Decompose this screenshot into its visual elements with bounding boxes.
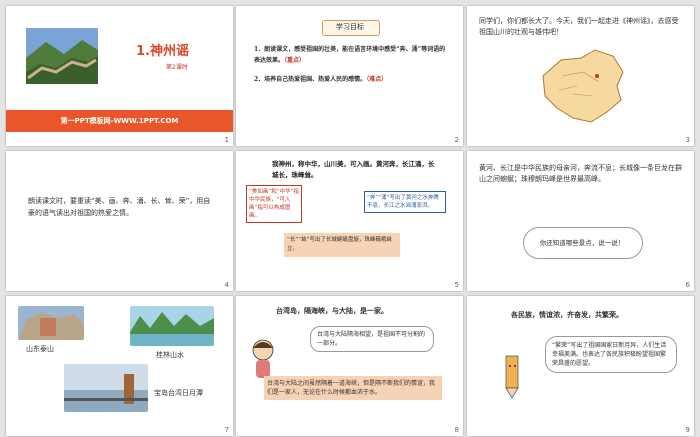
note-right: “奔”“涌”写出了黄河之水奔腾不息，长江之水汹涌澎湃。 (364, 191, 446, 213)
intro-text: 同学们，你们都长大了。今天，我们一起走进《神州谣》，去感受祖国山川的壮观与雄伟吧… (479, 17, 679, 36)
slide-thumbnail-6[interactable]: 黄河、长江是中华民族的母亲河，奔流不息；长城像一条巨龙在群山之间蜿蜒；珠穆朗玛峰… (467, 151, 694, 291)
slide-thumbnail-9[interactable]: 各民族，情谊浓，齐奋发，共繁荣。 “繁荣”写出了祖国国家日新月异，人们生活幸福美… (467, 296, 694, 436)
cloud-bubble-text: 你还知道哪些景点，说一说！ (539, 239, 625, 247)
goal-2: 2．培养自己热爱祖国、热爱人民的感情。（难点） (254, 74, 449, 85)
poem-text: 台湾岛，隔海峡，与大陆，是一家。 (276, 306, 388, 315)
footer-text: 第一PPT模板网-WWW.1PPT.COM (60, 117, 179, 125)
goal-1-tag: （重点） (284, 57, 306, 64)
great-wall-photo (26, 28, 98, 84)
reading-text: 朗读课文时，要重读“美、画、奔、涌、长、耸、荣”，用自豪的语气读出对祖国的热爱之… (28, 197, 211, 217)
label-taishan: 山东泰山 (26, 345, 54, 353)
slide-thumbnail-1[interactable]: 1.神州谣 第2课时 第一PPT模板网-WWW.1PPT.COM 1 (6, 6, 233, 146)
china-map-icon (542, 49, 624, 123)
slide-thumbnail-3[interactable]: 同学们，你们都长大了。今天，我们一起走进《神州谣》，去感受祖国山川的壮观与雄伟吧… (467, 6, 694, 146)
explanation-bubble: “繁荣”写出了祖国国家日新月异，人们生活幸福美满。也表达了各民族积极盼望祖国繁荣… (545, 336, 677, 373)
goal-header-text: 学习目标 (336, 23, 364, 31)
note-left: “美如画”和“中华”指中华民族，“可入画”指可以构成图画。 (246, 185, 302, 223)
slide-number: 4 (224, 281, 229, 289)
slide-thumbnail-7[interactable]: 山东泰山 桂林山水 宝岛台湾日月潭 7 (6, 296, 233, 436)
info-text: 黄河、长江是中华民族的母亲河，奔流不息；长城像一条巨龙在群山之间蜿蜒；珠穆朗玛峰… (479, 164, 682, 183)
slide-number: 2 (454, 136, 459, 144)
slide-number: 6 (685, 281, 690, 289)
slide-number: 7 (224, 426, 229, 434)
taishan-photo (18, 306, 84, 340)
slide-number: 5 (454, 281, 459, 289)
sun-moon-lake-photo (64, 364, 148, 412)
goal-2-tag: （难点） (366, 76, 388, 83)
guilin-photo (130, 306, 214, 346)
slide-thumbnail-4[interactable]: 朗读课文时，要重读“美、画、奔、涌、长、耸、荣”，用自豪的语气读出对祖国的热爱之… (6, 151, 233, 291)
slide-number: 9 (685, 426, 690, 434)
slide-title: 1.神州谣 (136, 44, 189, 59)
label-guilin: 桂林山水 (156, 351, 184, 359)
poem-text: 我神州，称中华，山川美，可入画。黄河奔，长江涌，长城长，珠峰耸。 (272, 160, 435, 179)
pencil-character-icon (505, 355, 519, 399)
goal-1: 1．朗读课文，感受祖国的壮美，能在语言环境中感受“奔、涌”等词语的表达效果。（重… (254, 44, 449, 66)
goal-2-text: 2．培养自己热爱祖国、热爱人民的感情。 (254, 76, 367, 83)
slide-number: 3 (685, 136, 690, 144)
goal-1-text: 1．朗读课文，感受祖国的壮美，能在语言环境中感受“奔、涌”等词语的表达效果。 (254, 46, 446, 64)
label-sun-moon-lake: 宝岛台湾日月潭 (154, 389, 203, 397)
bubble-2: 台湾与大陆之间虽然隔着一道海峡，但是隔不断我们的情谊，我们是一家人，无论在什么时… (264, 376, 442, 400)
bubble-1: 台湾与大陆隔海相望，是祖国不可分割的一部分。 (310, 326, 434, 352)
slide-thumbnail-5[interactable]: 我神州，称中华，山川美，可入画。黄河奔，长江涌，长城长，珠峰耸。 “美如画”和“… (236, 151, 463, 291)
slide-subtitle: 第2课时 (166, 64, 188, 71)
note-bottom: “长”“耸”写出了长城蜿蜒盘旋，珠峰巍峨耸立。 (284, 233, 400, 257)
slide-thumbnail-2[interactable]: 学习目标 1．朗读课文，感受祖国的壮美，能在语言环境中感受“奔、涌”等词语的表达… (236, 6, 463, 146)
slide-number: 1 (224, 136, 229, 144)
slide-number: 8 (454, 426, 459, 434)
slide-thumbnail-8[interactable]: 台湾岛，隔海峡，与大陆，是一家。 台湾与大陆隔海相望，是祖国不可分割的一部分。 … (236, 296, 463, 436)
poem-text: 各民族，情谊浓，齐奋发，共繁荣。 (511, 310, 623, 319)
